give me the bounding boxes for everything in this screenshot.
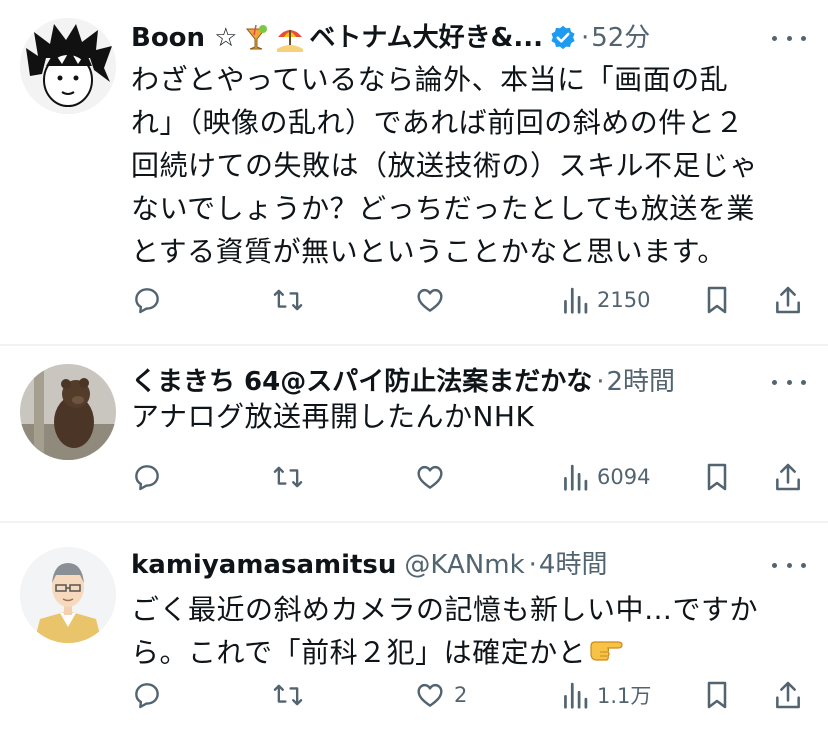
views-button[interactable]: 2150 [561, 278, 650, 322]
reply-icon [135, 288, 159, 314]
beach-umbrella-icon [275, 23, 305, 53]
reply-icon [135, 683, 159, 709]
reply-button[interactable] [131, 673, 163, 717]
display-name-suffix: ベトナム大好き&... [309, 23, 543, 53]
tweet-text: わざとやっているなら論外、本当に「画面の乱 れ」（映像の乱れ）であれば前回の斜め… [131, 58, 801, 273]
reply-button[interactable] [131, 455, 163, 499]
share-button[interactable] [773, 278, 803, 322]
tweet-header: kamiyamasamitsu @KANmk · 4時間 [131, 545, 736, 585]
timestamp[interactable]: 4時間 [539, 545, 608, 585]
tweet-actions: 2150 [131, 278, 808, 322]
reply-icon [135, 465, 159, 491]
avatar[interactable] [20, 18, 116, 114]
separator-dot: · [528, 550, 537, 580]
bookmark-icon [707, 286, 727, 314]
more-options-icon[interactable] [772, 555, 806, 575]
views-button[interactable]: 6094 [561, 455, 650, 499]
more-options-icon[interactable] [772, 28, 806, 48]
tweet-text-line: れ」（映像の乱れ）であれば前回の斜めの件と２ [131, 106, 744, 139]
share-icon [776, 463, 800, 491]
display-name[interactable]: Boon ☆ [131, 18, 237, 58]
views-chart-icon [564, 287, 588, 314]
share-icon [776, 286, 800, 314]
like-button[interactable]: 2 [414, 673, 467, 717]
view-count: 6094 [597, 465, 651, 489]
separator-dot: · [580, 23, 590, 53]
avatar[interactable] [20, 364, 116, 460]
retweet-button[interactable] [271, 278, 305, 322]
like-button[interactable] [414, 278, 454, 322]
views-button[interactable]: 1.1万 [561, 673, 651, 717]
tweet-text-line: アナログ放送再開したんかNHK [131, 400, 535, 433]
tweet[interactable]: くまきち 64@スパイ防止法案まだかな · 2時間 アナログ放送再開したんかNH… [0, 346, 828, 523]
share-button[interactable] [773, 455, 803, 499]
tweet-text-line-last: ら。これで「前科２犯」は確定かと [131, 631, 801, 676]
avatar[interactable] [20, 547, 116, 643]
retweet-button[interactable] [271, 673, 305, 717]
share-icon [776, 681, 800, 709]
view-count: 2150 [597, 288, 651, 312]
bookmark-icon [707, 681, 727, 709]
verified-badge-icon [549, 24, 577, 52]
retweet-button[interactable] [271, 455, 305, 499]
tweet-header: Boon ☆ ベトナム大好き&... · 52分 [131, 18, 736, 58]
heart-icon [417, 465, 443, 489]
share-button[interactable] [773, 673, 803, 717]
heart-icon [417, 683, 443, 707]
tweet-text-line: 回続けての失敗は（放送技術の）スキル不足じゃ [131, 149, 759, 182]
tweet-text: アナログ放送再開したんかNHK [131, 395, 801, 438]
view-count: 1.1万 [597, 684, 652, 708]
like-button[interactable] [414, 455, 454, 499]
tweet-text-line: ないでしょうか？どっちだったとしても放送を業 [131, 192, 755, 225]
bookmark-icon [707, 463, 727, 491]
tweet-text: ごく最近の斜めカメラの記憶も新しい中…ですか ら。これで「前科２犯」は確定かと [131, 588, 801, 676]
views-chart-icon [564, 682, 588, 709]
username-handle[interactable]: @KANmk [404, 545, 524, 585]
heart-icon [417, 288, 443, 312]
reply-feed: Boon ☆ ベトナム大好き&... · 52分 わざとやっているなら論外、本当… [0, 0, 828, 741]
timestamp[interactable]: 52分 [591, 18, 650, 58]
reply-button[interactable] [131, 278, 163, 322]
tweet-text-line: とする資質が無いということかなと思います。 [131, 235, 726, 268]
tweet-actions: 6094 [131, 455, 808, 499]
pointing-hand-emoji-icon [588, 633, 624, 676]
tweet[interactable]: Boon ☆ ベトナム大好き&... · 52分 わざとやっているなら論外、本当… [0, 0, 828, 346]
like-count: 2 [454, 683, 468, 707]
views-chart-icon [564, 464, 588, 491]
tweet-text-line: わざとやっているなら論外、本当に「画面の乱 [131, 63, 729, 96]
more-options-icon[interactable] [772, 372, 806, 392]
bookmark-button[interactable] [703, 673, 731, 717]
tweet-text-line: ごく最近の斜めカメラの記憶も新しい中…ですか [131, 593, 759, 626]
cocktail-emoji-icon [241, 23, 271, 53]
tweet[interactable]: kamiyamasamitsu @KANmk · 4時間 ごく最近の斜めカメラの… [0, 523, 828, 741]
retweet-icon [273, 684, 303, 706]
bookmark-button[interactable] [703, 278, 731, 322]
tweet-text-segment: ら。これで「前科２犯」は確定かと [131, 636, 587, 669]
tweet-actions: 2 1.1万 [131, 673, 808, 717]
bookmark-button[interactable] [703, 455, 731, 499]
retweet-icon [273, 466, 303, 488]
retweet-icon [273, 289, 303, 311]
display-name[interactable]: kamiyamasamitsu [131, 545, 396, 585]
